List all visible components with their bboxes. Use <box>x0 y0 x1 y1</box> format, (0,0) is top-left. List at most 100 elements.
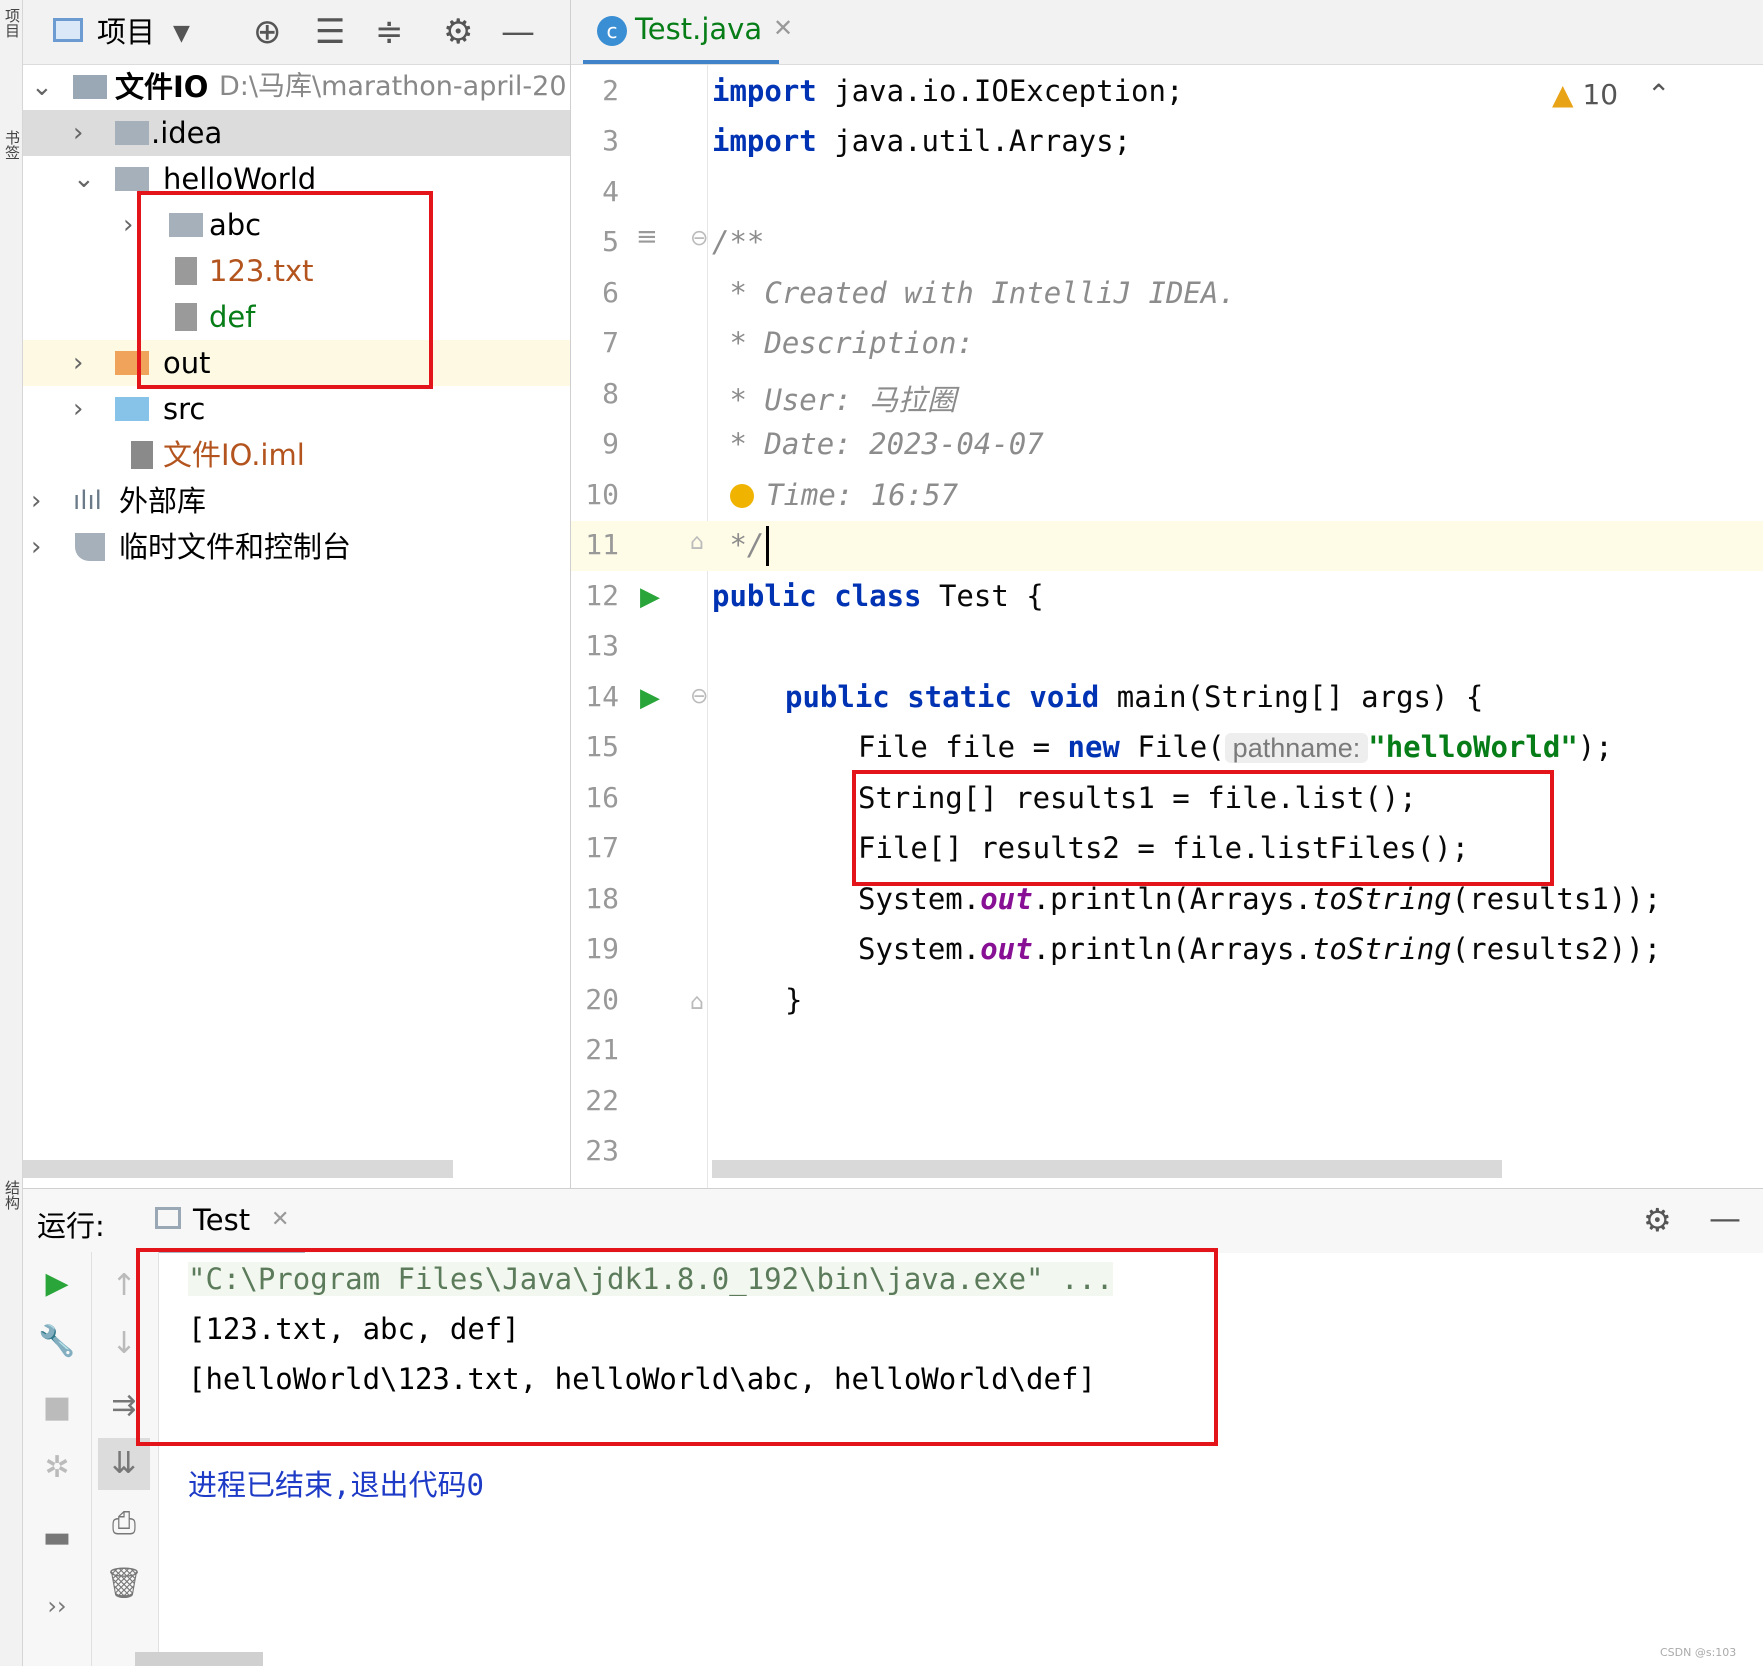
close-icon[interactable]: ✕ <box>773 14 793 42</box>
horizontal-scrollbar[interactable] <box>23 1160 453 1178</box>
chevron-up-icon[interactable]: ⌃ <box>1647 78 1670 111</box>
code-line-14[interactable]: public static void main(String[] args) { <box>785 680 1483 714</box>
fold-icon[interactable]: ⌂ <box>690 530 704 555</box>
code-line-5[interactable]: /** <box>712 225 764 259</box>
chevron-right-icon[interactable]: › <box>73 386 83 432</box>
code-line-10[interactable]: Time: 16:57 <box>766 478 958 512</box>
code-token: out <box>980 932 1033 966</box>
code-line-15[interactable]: File file = new File(pathname: "helloWorl… <box>858 730 1613 764</box>
code-line-11[interactable]: */ <box>712 528 764 562</box>
line-number: 14 <box>585 680 619 713</box>
chevron-right-icon[interactable]: › <box>73 110 83 156</box>
locate-icon[interactable]: ⊕ <box>253 12 282 52</box>
print-icon[interactable]: ⎙ <box>104 1506 144 1541</box>
line-number: 23 <box>585 1134 619 1167</box>
tree-item-idea[interactable]: › .idea <box>23 110 570 156</box>
chevron-down-icon[interactable]: ▼ <box>173 14 190 54</box>
tree-item-root[interactable]: ⌄ 文件IO D:\马库\marathon-april-20 <box>23 64 570 110</box>
line-number: 19 <box>585 932 619 965</box>
gear-icon[interactable]: ⚙ <box>1643 1201 1672 1239</box>
restore-icon[interactable]: ✲ <box>37 1450 77 1485</box>
code-token: System. <box>858 932 981 966</box>
line-number: 6 <box>602 276 619 309</box>
line-number: 20 <box>585 983 619 1016</box>
line-number: 3 <box>602 124 619 157</box>
code-line-9[interactable]: * Date: 2023-04-07 <box>712 427 1043 461</box>
code-token: new <box>1067 730 1120 764</box>
code-line-6[interactable]: * Created with IntelliJ IDEA. <box>712 276 1235 310</box>
editor-horizontal-scrollbar[interactable] <box>712 1160 1502 1178</box>
tree-item-label: src <box>163 392 206 426</box>
inspection-widget[interactable]: ▲ 10 ⌃ <box>1552 78 1670 111</box>
module-file-icon <box>131 441 153 469</box>
code-token: ); <box>1577 730 1613 764</box>
code-token: "helloWorld" <box>1368 730 1578 764</box>
hide-icon[interactable]: — <box>1709 1199 1741 1237</box>
line-number: 17 <box>585 831 619 864</box>
code-token: toString <box>1311 932 1452 966</box>
project-panel: 项目 ▼ ⊕ ☰ ≑ ⚙ — ⌄ 文件IO D:\马库\marathon-apr… <box>23 0 571 1188</box>
code-line-19[interactable]: System.out.println(Arrays.toString(resul… <box>858 932 1661 966</box>
code-line-2[interactable]: import java.io.IOException; <box>712 74 1183 108</box>
chevron-down-icon[interactable]: ⌄ <box>31 64 53 110</box>
line-number: 9 <box>602 427 619 460</box>
tree-item-external-libs[interactable]: › ılıl 外部库 <box>23 478 570 524</box>
stop-icon[interactable]: ■ <box>37 1390 77 1425</box>
line-number: 2 <box>602 74 619 107</box>
trash-icon[interactable]: 🗑 <box>104 1566 144 1601</box>
chevron-right-icon[interactable]: › <box>123 202 133 248</box>
run-label: 运行: <box>37 1209 105 1243</box>
run-main-icon[interactable]: ▶ <box>640 683 660 713</box>
run-class-icon[interactable]: ▶ <box>640 582 660 612</box>
code-line-18[interactable]: System.out.println(Arrays.toString(resul… <box>858 882 1661 916</box>
code-token: import <box>712 74 817 108</box>
layout-icon[interactable]: ▬ <box>37 1520 77 1555</box>
tool-tab-project[interactable]: 项目 <box>2 8 21 38</box>
fold-icon[interactable]: ⌂ <box>690 990 704 1015</box>
line-number: 4 <box>602 175 619 208</box>
tree-item-scratches[interactable]: › 临时文件和控制台 <box>23 524 570 570</box>
wrench-icon[interactable]: 🔧 <box>37 1324 77 1359</box>
expand-all-icon[interactable]: ☰ <box>315 12 345 52</box>
code-token: .println(Arrays. <box>1032 882 1312 916</box>
code-line-12[interactable]: public class Test { <box>712 579 1044 613</box>
fold-icon[interactable]: ⊖ <box>690 684 708 709</box>
code-line-20[interactable]: } <box>785 983 802 1017</box>
run-toolbar-primary: ▶ 🔧 ■ ✲ ▬ ›› <box>23 1252 92 1666</box>
code-token: public static void <box>785 680 1100 714</box>
chevron-right-icon[interactable]: › <box>73 340 83 386</box>
rerun-icon[interactable]: ▶ <box>37 1266 77 1301</box>
tool-tab-structure[interactable]: 结构 <box>2 1180 21 1210</box>
close-icon[interactable]: ✕ <box>271 1207 289 1232</box>
highlight-box-console <box>136 1248 1218 1446</box>
run-panel-header: 运行: Test ✕ ⚙ — <box>23 1188 1763 1253</box>
parameter-hint: pathname: <box>1224 733 1369 763</box>
tree-item-label: 文件IO.iml <box>163 438 305 472</box>
chevron-right-icon[interactable]: › <box>31 478 41 524</box>
hide-icon[interactable]: — <box>501 12 535 52</box>
gear-icon[interactable]: ⚙ <box>443 12 473 52</box>
code-line-7[interactable]: * Description: <box>712 326 973 360</box>
project-view-icon <box>53 18 83 42</box>
text-caret <box>766 526 769 566</box>
more-icon[interactable]: ›› <box>37 1592 77 1620</box>
chevron-right-icon[interactable]: › <box>31 524 41 570</box>
project-view-title[interactable]: 项目 <box>97 12 155 52</box>
source-folder-icon <box>115 397 149 421</box>
chevron-down-icon[interactable]: ⌄ <box>73 156 95 202</box>
tree-item-iml[interactable]: 文件IO.iml <box>23 432 570 478</box>
tab-test-java[interactable]: c Test.java ✕ <box>583 0 793 64</box>
run-tab-test[interactable]: Test ✕ <box>145 1189 305 1253</box>
code-token: File( <box>1119 730 1225 764</box>
run-horizontal-scrollbar[interactable] <box>135 1652 263 1666</box>
doc-render-icon[interactable]: ≡ <box>636 222 658 252</box>
code-line-8[interactable]: * User: 马拉圈 <box>712 377 956 419</box>
code-line-3[interactable]: import java.util.Arrays; <box>712 124 1131 158</box>
code-token: File file = <box>858 730 1068 764</box>
collapse-all-icon[interactable]: ≑ <box>375 12 404 52</box>
tree-item-label: 临时文件和控制台 <box>119 530 352 564</box>
tree-item-src[interactable]: › src <box>23 386 570 432</box>
fold-icon[interactable]: ⊖ <box>690 226 708 251</box>
tool-tab-bookmarks[interactable]: 书签 <box>2 130 21 160</box>
lightbulb-icon[interactable] <box>730 484 754 508</box>
